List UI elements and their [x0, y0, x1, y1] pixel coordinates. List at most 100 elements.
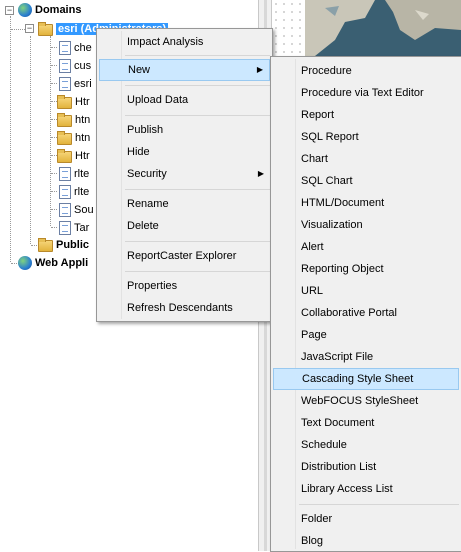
tree-item-label: rlte: [74, 185, 90, 198]
tree-item[interactable]: htn: [57, 129, 90, 146]
menu-item-label: Security: [127, 168, 167, 180]
menu-item-label: WebFOCUS StyleSheet: [301, 395, 419, 407]
menu-item-label: Folder: [301, 513, 333, 525]
menu-item-label: Blog: [301, 535, 324, 547]
tree-item-label: che: [74, 41, 92, 54]
menu-item-publish[interactable]: Publish: [99, 119, 270, 141]
menu-item-label: Text Document: [301, 417, 375, 429]
tree-line: [10, 16, 11, 262]
tree-item-label: cus: [74, 59, 92, 72]
globe-icon: [18, 255, 32, 270]
submenu-item-javascript-file[interactable]: JavaScript File: [273, 346, 459, 368]
submenu-item-reporting-object[interactable]: Reporting Object: [273, 258, 459, 280]
document-icon: [59, 184, 71, 199]
menu-item-label: Chart: [301, 153, 328, 165]
collapse-toggle-icon[interactable]: −: [25, 24, 34, 33]
submenu-item-page[interactable]: Page: [273, 324, 459, 346]
map-graphic: [305, 0, 461, 56]
tree-item[interactable]: che: [57, 39, 92, 56]
document-icon: [59, 40, 71, 55]
menu-item-label: Delete: [127, 220, 159, 232]
tree-item[interactable]: esri: [57, 75, 92, 92]
menu-item-label: Library Access List: [301, 483, 393, 495]
menu-item-label: Publish: [127, 124, 164, 136]
tree-item[interactable]: Sou: [57, 201, 94, 218]
document-icon: [59, 202, 71, 217]
menu-item-label: Cascading Style Sheet: [302, 373, 414, 385]
submenu-item-library-access-list[interactable]: Library Access List: [273, 478, 459, 500]
tree-item[interactable]: Htr: [57, 93, 90, 110]
submenu-item-html-document[interactable]: HTML/Document: [273, 192, 459, 214]
menu-item-label: Procedure via Text Editor: [301, 87, 424, 99]
menu-item-new[interactable]: New ▶: [99, 59, 270, 81]
submenu-item-text-document[interactable]: Text Document: [273, 412, 459, 434]
menu-item-label: HTML/Document: [301, 197, 385, 209]
submenu-item-distribution-list[interactable]: Distribution List: [273, 456, 459, 478]
menu-item-upload-data[interactable]: Upload Data: [99, 89, 270, 111]
tree-node-label: Web Appli: [35, 256, 89, 269]
tree-item-label: htn: [75, 113, 91, 126]
submenu-item-blog[interactable]: Blog: [273, 530, 459, 552]
menu-separator: [125, 85, 270, 86]
tree-node-public[interactable]: Public: [38, 236, 89, 253]
submenu-item-report[interactable]: Report: [273, 104, 459, 126]
menu-item-impact-analysis[interactable]: Impact Analysis: [99, 31, 270, 53]
submenu-item-webfocus-stylesheet[interactable]: WebFOCUS StyleSheet: [273, 390, 459, 412]
submenu-item-sql-report[interactable]: SQL Report: [273, 126, 459, 148]
submenu-item-procedure-text-editor[interactable]: Procedure via Text Editor: [273, 82, 459, 104]
menu-item-properties[interactable]: Properties: [99, 275, 270, 297]
submenu-item-sql-chart[interactable]: SQL Chart: [273, 170, 459, 192]
menu-item-label: Visualization: [301, 219, 363, 231]
folder-icon: [57, 112, 72, 127]
tree-item[interactable]: rlte: [57, 183, 89, 200]
menu-separator: [125, 189, 270, 190]
submenu-item-procedure[interactable]: Procedure: [273, 60, 459, 82]
submenu-item-collaborative-portal[interactable]: Collaborative Portal: [273, 302, 459, 324]
submenu-item-visualization[interactable]: Visualization: [273, 214, 459, 236]
tree-item-label: esri: [74, 77, 92, 90]
submenu-item-alert[interactable]: Alert: [273, 236, 459, 258]
tree-item[interactable]: Tar: [57, 219, 89, 236]
menu-item-delete[interactable]: Delete: [99, 215, 270, 237]
submenu-item-chart[interactable]: Chart: [273, 148, 459, 170]
menu-item-refresh-descendants[interactable]: Refresh Descendants: [99, 297, 270, 319]
menu-item-security[interactable]: Security ▶: [99, 163, 270, 185]
tree-item[interactable]: Htr: [57, 147, 90, 164]
menu-separator: [125, 271, 270, 272]
tree-item[interactable]: cus: [57, 57, 91, 74]
folder-icon: [57, 130, 72, 145]
chevron-right-icon: ▶: [257, 169, 264, 178]
menu-item-rename[interactable]: Rename: [99, 193, 270, 215]
tree-item[interactable]: htn: [57, 111, 90, 128]
menu-item-label: Collaborative Portal: [301, 307, 397, 319]
document-icon: [59, 220, 71, 235]
globe-icon: [18, 2, 32, 17]
tree-item[interactable]: rlte: [57, 165, 89, 182]
tree-item-label: htn: [75, 131, 91, 144]
tree-item-label: Tar: [74, 221, 90, 234]
menu-item-label: Refresh Descendants: [127, 302, 233, 314]
menu-item-label: JavaScript File: [301, 351, 374, 363]
menu-item-label: Impact Analysis: [127, 36, 204, 48]
tree-node-web-applications[interactable]: Web Appli: [18, 254, 88, 271]
tree-line: [30, 36, 31, 244]
new-submenu: Procedure Procedure via Text Editor Repo…: [270, 56, 461, 552]
context-menu: Impact Analysis New ▶ Upload Data Publish…: [96, 28, 273, 322]
menu-item-label: Page: [301, 329, 327, 341]
submenu-item-schedule[interactable]: Schedule: [273, 434, 459, 456]
collapse-toggle-icon[interactable]: −: [5, 6, 14, 15]
submenu-item-url[interactable]: URL: [273, 280, 459, 302]
menu-item-label: Procedure: [301, 65, 352, 77]
document-icon: [59, 76, 71, 91]
document-icon: [59, 166, 71, 181]
menu-separator: [299, 504, 459, 505]
menu-item-label: Alert: [301, 241, 324, 253]
folder-icon: [57, 94, 72, 109]
menu-item-hide[interactable]: Hide: [99, 141, 270, 163]
submenu-item-cascading-style-sheet[interactable]: Cascading Style Sheet: [273, 368, 459, 390]
folder-icon: [38, 21, 53, 36]
tree-item-label: Htr: [75, 95, 90, 108]
submenu-item-folder[interactable]: Folder: [273, 508, 459, 530]
tree-node-domains[interactable]: Domains: [18, 1, 81, 18]
menu-item-reportcaster-explorer[interactable]: ReportCaster Explorer: [99, 245, 270, 267]
